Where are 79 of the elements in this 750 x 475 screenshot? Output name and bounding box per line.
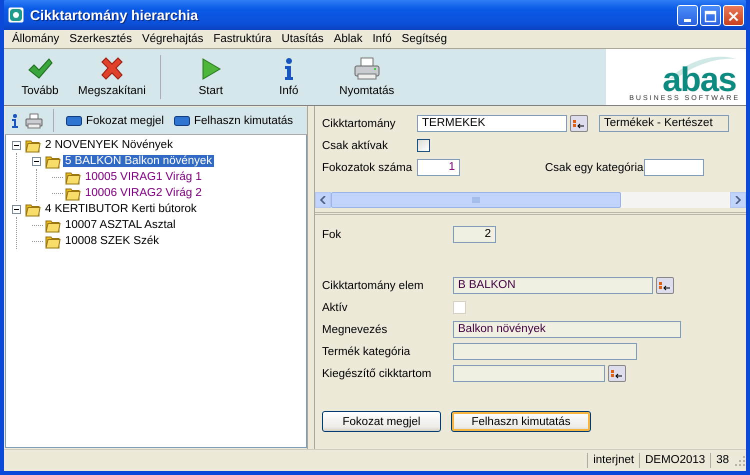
- field-label: Fok: [322, 228, 342, 240]
- menu-item[interactable]: Fastruktúra: [209, 33, 278, 45]
- printer-icon[interactable]: [25, 112, 43, 128]
- toolbar-button[interactable]: Fokozat megjel: [64, 114, 166, 126]
- menu-item[interactable]: Utasítás: [278, 33, 330, 45]
- printer-icon: [352, 57, 381, 81]
- maximize-button[interactable]: [700, 4, 721, 26]
- field-label: Aktív: [322, 302, 349, 314]
- toolbar-button[interactable]: Tovább: [8, 49, 72, 105]
- lookup-icon: [658, 280, 672, 292]
- grip-icon: [472, 197, 480, 203]
- folder-icon: [45, 154, 61, 168]
- info-icon: [282, 57, 295, 81]
- toolbar-button[interactable]: Start: [174, 49, 247, 105]
- lookup-icon: [610, 368, 624, 380]
- field-label: Megnevezés: [322, 324, 388, 336]
- folder-icon: [45, 218, 61, 232]
- menu-item[interactable]: Ablak: [330, 33, 368, 45]
- push-button[interactable]: Felhaszn kimutatás: [451, 411, 591, 432]
- window-title: Cikktartomány hierarchia: [30, 7, 200, 23]
- field-label: Fokozatok száma: [322, 162, 414, 174]
- lookup-button[interactable]: [570, 115, 588, 132]
- menu-item[interactable]: Szerkesztés: [65, 33, 138, 45]
- collapse-icon[interactable]: [32, 156, 41, 166]
- status-text: DEMO2013: [639, 453, 710, 468]
- menu-item[interactable]: Segítség: [398, 33, 454, 45]
- tree-item[interactable]: 10007 ASZTAL Asztal: [63, 219, 178, 231]
- menu-item[interactable]: Állomány: [8, 33, 66, 45]
- info-icon[interactable]: [11, 112, 19, 128]
- description-field: Termékek - Kertészet: [599, 115, 729, 132]
- menu-item[interactable]: Infó: [368, 33, 398, 45]
- push-button[interactable]: Fokozat megjel: [322, 411, 441, 432]
- resize-grip-icon: [734, 454, 746, 466]
- horizontal-scrollbar[interactable]: [315, 192, 746, 208]
- collapse-icon[interactable]: [12, 140, 21, 150]
- check-icon: [27, 57, 53, 81]
- toolbar-button[interactable]: Felhaszn kimutatás: [172, 114, 296, 126]
- collapse-icon[interactable]: [12, 204, 21, 214]
- folder-icon: [65, 186, 81, 200]
- minimize-icon: [684, 18, 691, 22]
- menu-item[interactable]: Végrehajtás: [138, 33, 210, 45]
- folder-icon: [65, 170, 81, 184]
- toolbar-button[interactable]: Megszakítani: [72, 49, 152, 105]
- lookup-button[interactable]: [608, 365, 626, 382]
- lookup-icon: [572, 118, 586, 130]
- field-label: Cikktartomány elem: [322, 280, 425, 292]
- button-icon: [66, 116, 82, 126]
- minimize-button[interactable]: [677, 4, 698, 26]
- input-field[interactable]: [644, 159, 704, 176]
- toolbar-button[interactable]: Nyomtatás: [330, 49, 403, 105]
- input-field[interactable]: TERMEKEK: [417, 115, 567, 132]
- close-button[interactable]: [723, 4, 744, 26]
- read-only-field: 2: [453, 226, 496, 243]
- checkbox[interactable]: [417, 139, 430, 152]
- tree-item[interactable]: 10008 SZEK Szék: [63, 235, 161, 247]
- button-icon: [174, 116, 190, 126]
- tree-item[interactable]: 10006 VIRAG2 Virág 2: [83, 187, 204, 199]
- app-icon: [8, 7, 24, 23]
- folder-icon: [25, 138, 41, 152]
- read-only-field: B BALKON: [453, 277, 653, 294]
- field-label: Csak egy kategória: [545, 162, 641, 174]
- field-label: Csak aktívak: [322, 140, 389, 152]
- tree-item[interactable]: 5 BALKON Balkon növények: [63, 155, 214, 167]
- status-text: 38: [710, 453, 734, 468]
- folder-icon: [45, 234, 61, 248]
- x-icon: [98, 57, 125, 81]
- field-label: Termék kategória: [322, 346, 412, 358]
- folder-icon: [25, 202, 41, 216]
- tree-item[interactable]: 2 NOVENYEK Növények: [43, 139, 175, 151]
- field-label: Cikktartomány: [322, 118, 396, 130]
- play-icon: [200, 57, 222, 81]
- tree-item[interactable]: 4 KERTIBUTOR Kerti bútorok: [43, 203, 199, 215]
- lookup-button[interactable]: [656, 277, 674, 294]
- field-label: Kiegészítő cikktartom: [322, 368, 432, 380]
- status-text: interjnet: [587, 453, 640, 468]
- input-field[interactable]: 1: [417, 159, 460, 176]
- tree-item[interactable]: 10005 VIRAG1 Virág 1: [83, 171, 204, 183]
- read-only-field: Balkon növények: [453, 321, 681, 338]
- toolbar-button[interactable]: Infó: [252, 49, 325, 105]
